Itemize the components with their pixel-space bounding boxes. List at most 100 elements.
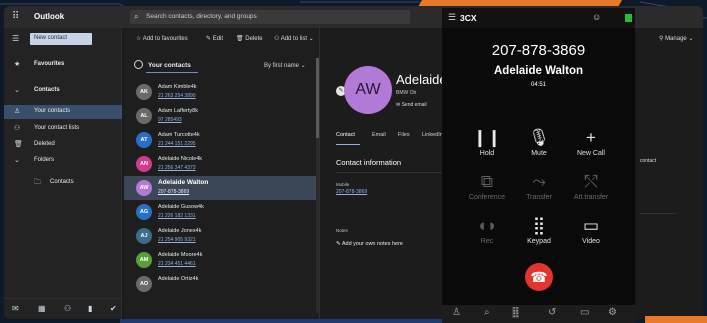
app-launcher-icon[interactable]: ⠿ — [12, 12, 22, 22]
avatar: AK — [136, 84, 152, 100]
contact-name: Adam Turcotte4k — [158, 132, 200, 138]
nav-contacts[interactable]: ⌄ Contacts — [4, 84, 122, 98]
nav-deleted-label: Deleted — [34, 141, 55, 147]
chat-icon[interactable]: ▭ — [580, 307, 589, 318]
pause-icon: ❙❙ — [472, 128, 502, 147]
nav-contacts-label: Contacts — [34, 87, 60, 93]
contact-phone[interactable]: 21 234 451 4461 — [158, 261, 196, 267]
nav-contact-lists[interactable]: ⚇ Your contact lists — [4, 122, 122, 136]
dialpad-icon[interactable]: ⣿ — [512, 307, 520, 318]
contact-row[interactable]: AJ Adelaide Jones4k 21 254 905 9321 — [124, 224, 316, 248]
nav-folders[interactable]: ⌄ Folders — [4, 154, 122, 168]
chevron-down-icon: ⌄ — [14, 87, 20, 94]
history-icon[interactable]: ↺ — [548, 307, 556, 318]
tab-contact[interactable]: Contact — [336, 132, 355, 138]
app-switcher-bar: ✉ ▦ ⚇ ▮ ✔ — [4, 298, 122, 318]
att-transfer-button[interactable]: ⤲ Att.transfer — [561, 170, 621, 210]
contact-phone[interactable]: 21 263 254 3890 — [158, 93, 196, 99]
contact-row[interactable]: AW Adelaide Walton 207-878-3869 — [124, 176, 316, 200]
send-email-link[interactable]: ✉ Send email — [396, 102, 427, 108]
delete-label: Delete — [245, 36, 263, 42]
contacts-icon[interactable]: ♙ — [452, 307, 461, 318]
nav-folder-contacts[interactable]: 🗀 Contacts — [4, 176, 122, 190]
add-notes-button[interactable]: ✎ Add your own notes here — [336, 241, 403, 247]
button-label: Rec — [480, 238, 494, 245]
tab-files[interactable]: Files — [398, 132, 410, 138]
settings-icon[interactable]: ⚙ — [608, 307, 617, 318]
search-input[interactable]: ⌕ Search contacts, directory, and groups — [130, 10, 410, 24]
select-all-checkbox[interactable] — [134, 60, 143, 69]
contact-row[interactable]: AN Adelaide Nicole4k 21 256 347 4373 — [124, 152, 316, 176]
contact-name: Adelaide Jones4k — [158, 228, 202, 234]
contact-row[interactable]: AT Adam Turcotte4k 21 244 151 2295 — [124, 128, 316, 152]
list-toolbar: ☆ Add to favourites ✎ Edit 🗑 Delete ⚇ Ad… — [124, 28, 320, 58]
section-title: Contact information — [336, 158, 402, 167]
contact-phone[interactable]: 21 254 905 9321 — [158, 237, 196, 243]
chevron-down-icon: ⌄ — [14, 157, 20, 164]
contact-row[interactable]: AL Adam Lafferty8k 97 285493 — [124, 104, 316, 128]
nav-deleted[interactable]: 🗑 Deleted — [4, 138, 122, 152]
transfer-button[interactable]: ⤳ Transfer — [509, 170, 569, 210]
avatar: AW — [136, 180, 152, 196]
delete-button[interactable]: 🗑 Delete — [236, 35, 263, 42]
new-call-button[interactable]: + New Call — [561, 126, 621, 166]
contact-phone[interactable]: 21 256 347 4373 — [158, 165, 196, 171]
contact-phone[interactable]: 21 244 151 2295 — [158, 141, 196, 147]
manage-label: Manage — [665, 36, 687, 42]
list-scrollbar[interactable] — [316, 58, 319, 313]
microphone-icon: 🎙 — [528, 128, 550, 147]
contact-phone[interactable]: 207-878-3869 — [158, 189, 189, 195]
people-icon[interactable]: ⚇ — [64, 304, 71, 313]
list-title: Your contacts — [148, 62, 191, 69]
mute-button[interactable]: 🎙 Mute — [509, 126, 569, 166]
contact-row[interactable]: AO Adelaide Ortiz4k — [124, 272, 316, 296]
search-icon: ⌕ — [134, 12, 139, 21]
presence-indicator[interactable] — [625, 14, 632, 22]
add-to-list-button[interactable]: ⚇ Add to list ⌄ — [274, 35, 314, 42]
contact-phone[interactable]: 97 285493 — [158, 117, 182, 123]
keypad-button[interactable]: ⣿ Keypad — [509, 214, 569, 254]
contact-phone[interactable]: 21 226 182 1331 — [158, 213, 196, 219]
new-contact-button[interactable]: New contact — [30, 33, 92, 45]
calendar-icon[interactable]: ▦ — [38, 304, 46, 313]
contact-name: Adelaide — [396, 72, 447, 87]
manage-button[interactable]: ⚲ Manage ⌄ — [659, 35, 693, 42]
menu-icon[interactable]: ☰ — [448, 12, 456, 23]
edit-button[interactable]: ✎ Edit — [206, 35, 223, 42]
contact-list-pane: ☆ Add to favourites ✎ Edit 🗑 Delete ⚇ Ad… — [124, 28, 320, 319]
sort-dropdown[interactable]: By first name ⌄ — [264, 62, 306, 69]
avatar: AM — [136, 252, 152, 268]
avatar: AT — [136, 132, 152, 148]
nav-favourites[interactable]: ★ Favourites — [4, 58, 122, 72]
nav-your-contacts[interactable]: ♙ Your contacts — [4, 105, 122, 119]
star-icon: ★ — [14, 61, 21, 68]
hang-up-button[interactable]: ☎ — [525, 263, 553, 291]
hold-button[interactable]: ❙❙ Hold — [457, 126, 517, 166]
todo-icon[interactable]: ✔ — [110, 304, 117, 313]
video-icon: ▭ — [582, 216, 600, 235]
contact-name: Adelaide Walton — [158, 179, 209, 186]
status-icon[interactable]: ☺ — [592, 12, 601, 22]
rec-button[interactable]: ◖◗ Rec — [457, 214, 517, 254]
tab-linkedin[interactable]: LinkedIn — [422, 132, 443, 138]
add-to-list-label: Add to list — [280, 36, 308, 42]
tab-email[interactable]: Email — [372, 132, 386, 138]
button-label: Keypad — [527, 238, 551, 245]
contact-row[interactable]: AM Adelaide Moore4k 21 234 451 4461 — [124, 248, 316, 272]
search-icon[interactable]: ⌕ — [484, 307, 490, 318]
menu-icon[interactable]: ☰ — [12, 34, 19, 43]
mobile-phone-link[interactable]: 207-878-3869 — [336, 189, 367, 195]
video-button[interactable]: ▭ Video — [561, 214, 621, 254]
scrollbar-thumb[interactable] — [316, 58, 319, 138]
call-timer: 04:51 — [530, 82, 546, 88]
add-favourites-button[interactable]: ☆ Add to favourites — [136, 35, 188, 42]
files-icon[interactable]: ▮ — [88, 304, 92, 313]
button-label: Hold — [479, 150, 495, 157]
search-placeholder: Search contacts, directory, and groups — [146, 13, 257, 20]
button-label: Video — [582, 238, 600, 245]
contact-row[interactable]: AG Adelaide Gusow4k 21 226 182 1331 — [124, 200, 316, 224]
contact-row[interactable]: AK Adam Kimble4k 21 263 254 3890 — [124, 80, 316, 104]
mail-icon[interactable]: ✉ — [12, 304, 19, 313]
notes-label: Notes — [336, 228, 348, 233]
conference-button[interactable]: ⧉ Conference — [457, 170, 517, 210]
